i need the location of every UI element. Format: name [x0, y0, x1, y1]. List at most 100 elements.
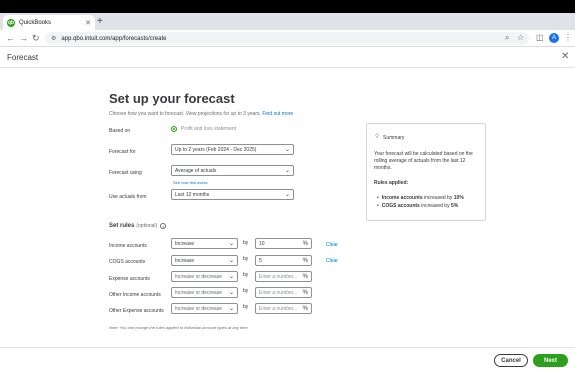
- percent-icon: %: [302, 305, 308, 312]
- expense-accounts-label: Expense accounts: [109, 276, 150, 282]
- new-tab-icon[interactable]: +: [97, 16, 103, 28]
- optional-label: (optional): [136, 223, 158, 229]
- set-rules-heading: Set rules (optional) i: [109, 223, 167, 229]
- cancel-button[interactable]: Cancel: [494, 354, 528, 367]
- income-accounts-clear-link[interactable]: Clear: [326, 242, 338, 248]
- tab-title: QuickBooks: [19, 19, 52, 26]
- by-label: by: [243, 288, 249, 294]
- address-bar[interactable]: ⚙ app.qbo.intuit.com/app/forecasts/creat…: [45, 32, 529, 45]
- chevron-down-icon: ⌄: [228, 258, 234, 264]
- cogs-accounts-label: COGS accounts: [109, 259, 146, 265]
- set-rules-title: Set rules: [109, 223, 135, 229]
- other-expense-accounts-label: Other Expense accounts: [109, 308, 164, 314]
- page-header-title: Forecast: [7, 53, 39, 62]
- chevron-down-icon: ⌄: [228, 241, 234, 247]
- cogs-accounts-clear-link[interactable]: Clear: [326, 258, 338, 264]
- based-on-value: Profit and loss statement: [181, 126, 237, 132]
- chevron-down-icon: ⌄: [228, 274, 234, 280]
- expense-accounts-mode-dropdown[interactable]: Increase or decrease ⌄: [171, 271, 238, 282]
- income-accounts-percent-input[interactable]: 10 %: [255, 238, 312, 249]
- radio-selected-icon[interactable]: [171, 126, 177, 132]
- cogs-accounts-percent-input[interactable]: 5 %: [255, 255, 312, 266]
- back-arrow-icon[interactable]: ←: [6, 32, 15, 44]
- percent-icon: %: [302, 289, 308, 296]
- page-title: Set up your forecast: [109, 91, 235, 106]
- info-icon[interactable]: i: [160, 223, 167, 229]
- find-out-more-link[interactable]: Find out more: [262, 111, 293, 117]
- rules-applied-item: Income accounts increased by 10%: [377, 194, 464, 202]
- use-actuals-from-dropdown[interactable]: Last 12 months ⌄: [171, 189, 294, 200]
- profile-avatar[interactable]: A: [549, 33, 559, 43]
- cogs-accounts-percent-value: 5: [259, 257, 262, 264]
- forecast-for-label: Forecast for: [109, 149, 136, 155]
- other-expense-accounts-mode-dropdown[interactable]: Increase or decrease ⌄: [171, 303, 238, 314]
- chevron-down-icon: ⌄: [284, 192, 290, 198]
- based-on-option[interactable]: Profit and loss statement: [171, 126, 236, 132]
- income-accounts-label: Income accounts: [109, 243, 147, 249]
- next-button[interactable]: Next: [533, 354, 568, 367]
- chevron-down-icon: ⌄: [284, 147, 290, 153]
- expense-accounts-mode-value: Increase or decrease: [175, 273, 222, 280]
- close-tab-icon[interactable]: ✕: [85, 19, 91, 27]
- cogs-accounts-mode-dropdown[interactable]: Increase ⌄: [171, 255, 238, 266]
- bookmark-star-icon[interactable]: ☆: [517, 32, 524, 44]
- by-label: by: [243, 304, 249, 310]
- other-income-accounts-label: Other Income accounts: [109, 292, 161, 298]
- other-expense-accounts-percent-input[interactable]: Enter a number... %: [255, 303, 312, 314]
- forecast-using-label: Forecast using: [109, 170, 142, 176]
- by-label: by: [243, 272, 249, 278]
- forecast-for-dropdown[interactable]: Up to 2 years (Feb 2024 - Dec 2025) ⌄: [171, 144, 294, 155]
- summary-title: Summary: [383, 135, 405, 141]
- sidebar-icon[interactable]: ◫: [536, 32, 544, 44]
- other-income-accounts-mode-value: Increase or decrease: [175, 289, 222, 296]
- forward-arrow-icon[interactable]: →: [19, 32, 28, 44]
- quickbooks-favicon-icon: qb: [7, 18, 15, 27]
- browser-toolbar: ← → ↻ ⚙ app.qbo.intuit.com/app/forecasts…: [0, 30, 575, 47]
- percent-icon: %: [302, 240, 308, 247]
- menu-kebab-icon[interactable]: ⋮: [564, 32, 572, 44]
- rules-applied-title: Rules applied:: [374, 180, 409, 186]
- summary-panel: 💡︎ Summary Your forecast will be calcula…: [366, 123, 486, 221]
- rules-applied-item: COGS accounts increased by 5%: [377, 202, 464, 210]
- forecast-for-value: Up to 2 years (Feb 2024 - Dec 2025): [175, 146, 257, 153]
- site-settings-icon[interactable]: ⚙: [51, 35, 56, 42]
- other-income-accounts-percent-input[interactable]: Enter a number... %: [255, 287, 312, 298]
- income-accounts-mode-dropdown[interactable]: Increase ⌄: [171, 238, 238, 249]
- use-actuals-from-label: Use actuals from: [109, 194, 147, 200]
- percent-icon: %: [302, 257, 308, 264]
- other-expense-accounts-percent-placeholder: Enter a number...: [259, 305, 298, 312]
- search-icon[interactable]: ⌕: [505, 32, 509, 44]
- browser-tab-strip: qb QuickBooks ✕ +: [0, 13, 575, 30]
- url-text[interactable]: app.qbo.intuit.com/app/forecasts/create: [61, 36, 166, 42]
- expense-accounts-percent-placeholder: Enter a number...: [259, 273, 298, 280]
- use-actuals-from-value: Last 12 months: [175, 191, 210, 198]
- page-header: Forecast ✕: [0, 48, 575, 68]
- window-top-bar: [0, 0, 575, 13]
- chevron-down-icon: ⌄: [228, 306, 234, 312]
- subtitle-text: Choose how you want to forecast. View pr…: [109, 111, 261, 117]
- chevron-down-icon: ⌄: [228, 290, 234, 296]
- lightbulb-icon: 💡︎: [375, 134, 380, 140]
- percent-icon: %: [302, 273, 308, 280]
- close-icon[interactable]: ✕: [561, 51, 569, 63]
- other-income-accounts-percent-placeholder: Enter a number...: [259, 289, 298, 296]
- based-on-label: Based on: [109, 128, 131, 134]
- income-accounts-percent-value: 10: [259, 240, 265, 247]
- by-label: by: [243, 240, 249, 246]
- see-how-this-works-link[interactable]: See how this works: [173, 180, 207, 185]
- expense-accounts-percent-input[interactable]: Enter a number... %: [255, 271, 312, 282]
- summary-text: Your forecast will be calculated based o…: [374, 151, 473, 171]
- cogs-accounts-mode-value: Increase: [175, 257, 195, 264]
- by-label: by: [243, 256, 249, 262]
- browser-tab[interactable]: qb QuickBooks ✕: [3, 15, 95, 30]
- page-footer: [0, 347, 575, 373]
- page-subtitle: Choose how you want to forecast. View pr…: [109, 111, 293, 117]
- reload-icon[interactable]: ↻: [32, 32, 40, 44]
- forecast-using-dropdown[interactable]: Average of actuals ⌄: [171, 165, 294, 176]
- rules-applied-list: Income accounts increased by 10% COGS ac…: [377, 194, 464, 210]
- rules-note: Note: You can change the rules applied t…: [109, 325, 249, 330]
- forecast-using-value: Average of actuals: [175, 167, 217, 174]
- income-accounts-mode-value: Increase: [175, 240, 195, 247]
- other-income-accounts-mode-dropdown[interactable]: Increase or decrease ⌄: [171, 287, 238, 298]
- chevron-down-icon: ⌄: [284, 168, 290, 174]
